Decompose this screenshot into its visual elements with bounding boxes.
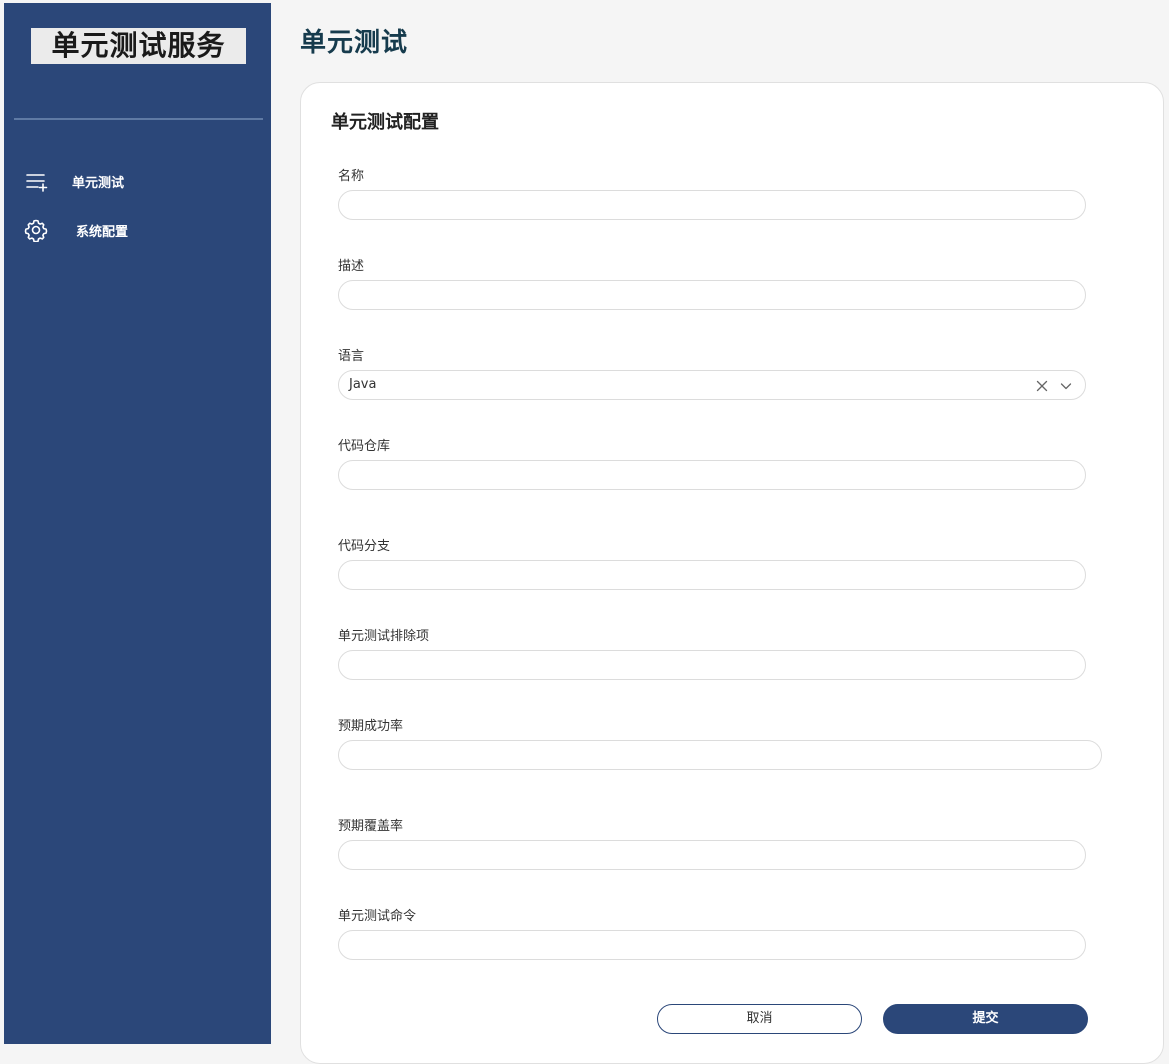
language-label: 语言	[338, 349, 365, 364]
exclusions-input[interactable]	[338, 650, 1086, 680]
list-add-icon	[24, 169, 48, 193]
repo-input[interactable]	[338, 460, 1086, 490]
description-label: 描述	[338, 259, 365, 274]
command-label: 单元测试命令	[338, 909, 417, 924]
config-form-card: 单元测试配置 名称 描述 语言 Java 代码仓库 代码分支 单元测试排除项 预…	[300, 82, 1164, 1064]
branch-input[interactable]	[338, 560, 1086, 590]
sidebar: 单元测试服务 单元测试 系统配置	[4, 3, 271, 1044]
page-title: 单元测试	[300, 28, 409, 58]
success-rate-label: 预期成功率	[338, 719, 404, 734]
sidebar-item-unit-test[interactable]: 单元测试	[4, 163, 271, 199]
exclusions-label: 单元测试排除项	[338, 629, 430, 644]
cancel-button[interactable]: 取消	[657, 1004, 862, 1034]
language-value: Java	[349, 377, 377, 392]
name-label: 名称	[338, 169, 365, 184]
gear-icon	[24, 218, 48, 243]
success-rate-input[interactable]	[338, 740, 1102, 770]
chevron-down-icon[interactable]	[1059, 378, 1073, 392]
command-input[interactable]	[338, 930, 1086, 960]
brand-title: 单元测试服务	[31, 28, 246, 64]
coverage-rate-input[interactable]	[338, 840, 1086, 870]
sidebar-item-label: 单元测试	[72, 176, 125, 191]
clear-icon[interactable]	[1035, 378, 1049, 392]
sidebar-divider	[14, 118, 263, 120]
sidebar-item-system-config[interactable]: 系统配置	[4, 212, 271, 248]
description-input[interactable]	[338, 280, 1086, 310]
name-input[interactable]	[338, 190, 1086, 220]
form-title: 单元测试配置	[331, 112, 439, 133]
coverage-rate-label: 预期覆盖率	[338, 819, 404, 834]
submit-button[interactable]: 提交	[883, 1004, 1088, 1034]
repo-label: 代码仓库	[338, 439, 391, 454]
language-select[interactable]: Java	[338, 370, 1086, 400]
branch-label: 代码分支	[338, 539, 391, 554]
sidebar-item-label: 系统配置	[76, 225, 129, 240]
